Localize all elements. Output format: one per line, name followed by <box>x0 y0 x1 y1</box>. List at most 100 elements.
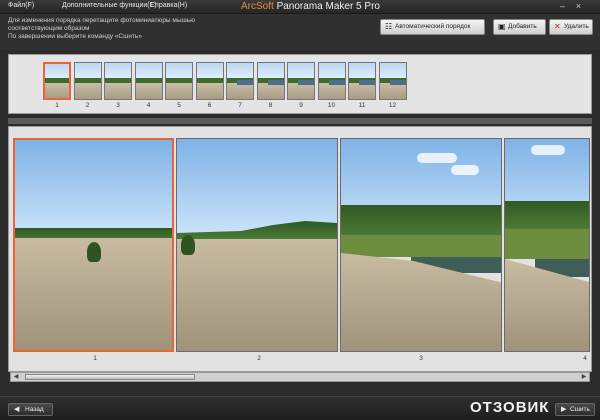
thumbnail-number: 9 <box>299 102 303 109</box>
thumbnail-sand <box>257 83 284 99</box>
thumbnail[interactable] <box>73 62 102 100</box>
photo-frame[interactable] <box>340 138 502 352</box>
thumbnail-sky <box>196 63 223 80</box>
delete-button[interactable]: ✕ Удалить <box>549 19 593 35</box>
add-button[interactable]: ▣ Добавить <box>493 19 546 35</box>
thumbnail-sand <box>349 83 375 99</box>
thumbnail[interactable] <box>348 62 376 100</box>
menu-help[interactable]: Справка(H) <box>150 2 187 9</box>
photo-frame[interactable] <box>504 138 590 352</box>
thumbnail-sky <box>349 63 375 80</box>
thumbnail-water <box>359 80 375 86</box>
thumbnail-number: 1 <box>55 102 59 109</box>
app-title: ArcSoft Panorama Maker 5 Pro <box>241 1 380 12</box>
photo-grass <box>341 235 501 257</box>
minimize-button[interactable]: – <box>556 0 569 13</box>
thumbnail-sand <box>379 83 406 99</box>
thumbnail-water <box>328 80 345 86</box>
thumbnail-water <box>298 80 314 86</box>
thumbnail[interactable] <box>104 62 132 100</box>
delete-label: Удалить <box>564 23 589 30</box>
photo-forest <box>341 205 501 239</box>
thumbnail[interactable] <box>287 62 315 100</box>
thumbnail-sand <box>135 83 162 99</box>
thumbnail[interactable] <box>226 62 254 100</box>
thumbnail-sky <box>318 63 345 80</box>
thumbnail[interactable] <box>43 62 71 100</box>
photo-number: 4 <box>583 355 587 362</box>
photo-sky <box>15 140 172 241</box>
thumbnail-water <box>389 80 406 86</box>
photo-cloud <box>451 165 479 175</box>
photo-cloud <box>531 145 565 155</box>
stitch-button[interactable]: ▶ Сшить <box>555 403 595 416</box>
thumbnail-number: 4 <box>146 102 151 109</box>
thumbnail-sky <box>74 63 101 80</box>
thumbnail-sky <box>257 63 284 80</box>
auto-order-button[interactable]: ☷ Автоматический порядок <box>380 19 485 35</box>
thumbnail-sky <box>227 63 253 80</box>
stitch-icon: ▶ <box>561 406 567 413</box>
thumbnail-sky <box>105 63 131 80</box>
thumbnail-sky <box>45 64 69 80</box>
add-icon: ▣ <box>498 22 506 31</box>
panel-divider[interactable] <box>8 118 592 124</box>
photo-frame[interactable] <box>13 138 174 352</box>
menu-file[interactable]: Файл(F) <box>8 2 34 9</box>
back-button[interactable]: ◀ Назад <box>8 403 53 416</box>
scroll-left-icon[interactable]: ◀ <box>11 372 21 382</box>
thumbnail-number: 11 <box>358 102 366 109</box>
thumbnail-number: 12 <box>388 102 397 109</box>
thumbnail-strip: 1 2 3 4 5 6 7 8 9 10 11 12 <box>8 54 592 114</box>
thumbnail[interactable] <box>134 62 163 100</box>
photo-forest <box>505 201 589 231</box>
thumbnail-sky <box>288 63 314 80</box>
menu-extra-functions[interactable]: Дополнительные функции(E) <box>62 2 157 9</box>
photo-shrub <box>87 242 101 262</box>
thumbnail-sky <box>379 63 406 80</box>
thumbnail-sand <box>105 83 131 99</box>
thumbnail-sand <box>318 83 345 99</box>
watermark: ОТЗОВИК <box>470 399 550 416</box>
photo-number: 1 <box>93 355 97 362</box>
horizontal-scrollbar[interactable]: ◀ ▶ <box>10 372 590 382</box>
instructions-panel: Для изменения порядка перетащите фотомин… <box>0 14 600 50</box>
auto-order-icon: ☷ <box>385 22 393 31</box>
thumbnail-number: 2 <box>85 102 90 109</box>
thumbnail[interactable] <box>195 62 224 100</box>
thumbnail-sand <box>45 83 69 98</box>
preview-area: 1 2 3 4 <box>8 126 592 372</box>
thumbnail-number: 8 <box>268 102 273 109</box>
instruction-line-1: Для изменения порядка перетащите фотомин… <box>8 17 196 24</box>
thumbnail-water <box>267 80 284 86</box>
scroll-right-icon[interactable]: ▶ <box>579 372 589 382</box>
thumbnail-water <box>237 80 253 86</box>
delete-icon: ✕ <box>554 22 561 31</box>
photo-shrub <box>181 235 195 255</box>
thumbnail-sand <box>196 83 223 99</box>
thumbnail[interactable] <box>165 62 193 100</box>
thumbnail[interactable] <box>317 62 346 100</box>
stitch-label: Сшить <box>570 406 590 413</box>
instruction-line-3: По завершении выберите команду «Сшить» <box>8 33 142 40</box>
photo-frame[interactable] <box>176 138 338 352</box>
photo-grass <box>505 229 589 259</box>
title-bar: Файл(F) Дополнительные функции(E) Справк… <box>0 0 600 14</box>
thumbnail-number: 7 <box>238 102 242 109</box>
thumbnail[interactable] <box>378 62 407 100</box>
photo-number: 2 <box>257 355 261 362</box>
thumbnail-sand <box>227 83 253 99</box>
app-brand: ArcSoft <box>241 1 274 12</box>
add-label: Добавить <box>508 23 537 30</box>
close-window-button[interactable]: × <box>572 0 585 13</box>
thumbnail-number: 3 <box>116 102 120 109</box>
thumbnail-number: 10 <box>327 102 336 109</box>
photo-cloud <box>417 153 457 163</box>
thumbnail-sand <box>166 83 192 99</box>
scrollbar-thumb[interactable] <box>25 374 195 380</box>
back-label: Назад <box>25 406 44 413</box>
thumbnail-number: 5 <box>177 102 181 109</box>
thumbnail[interactable] <box>256 62 285 100</box>
thumbnail-sand <box>288 83 314 99</box>
back-arrow-icon: ◀ <box>14 406 20 413</box>
